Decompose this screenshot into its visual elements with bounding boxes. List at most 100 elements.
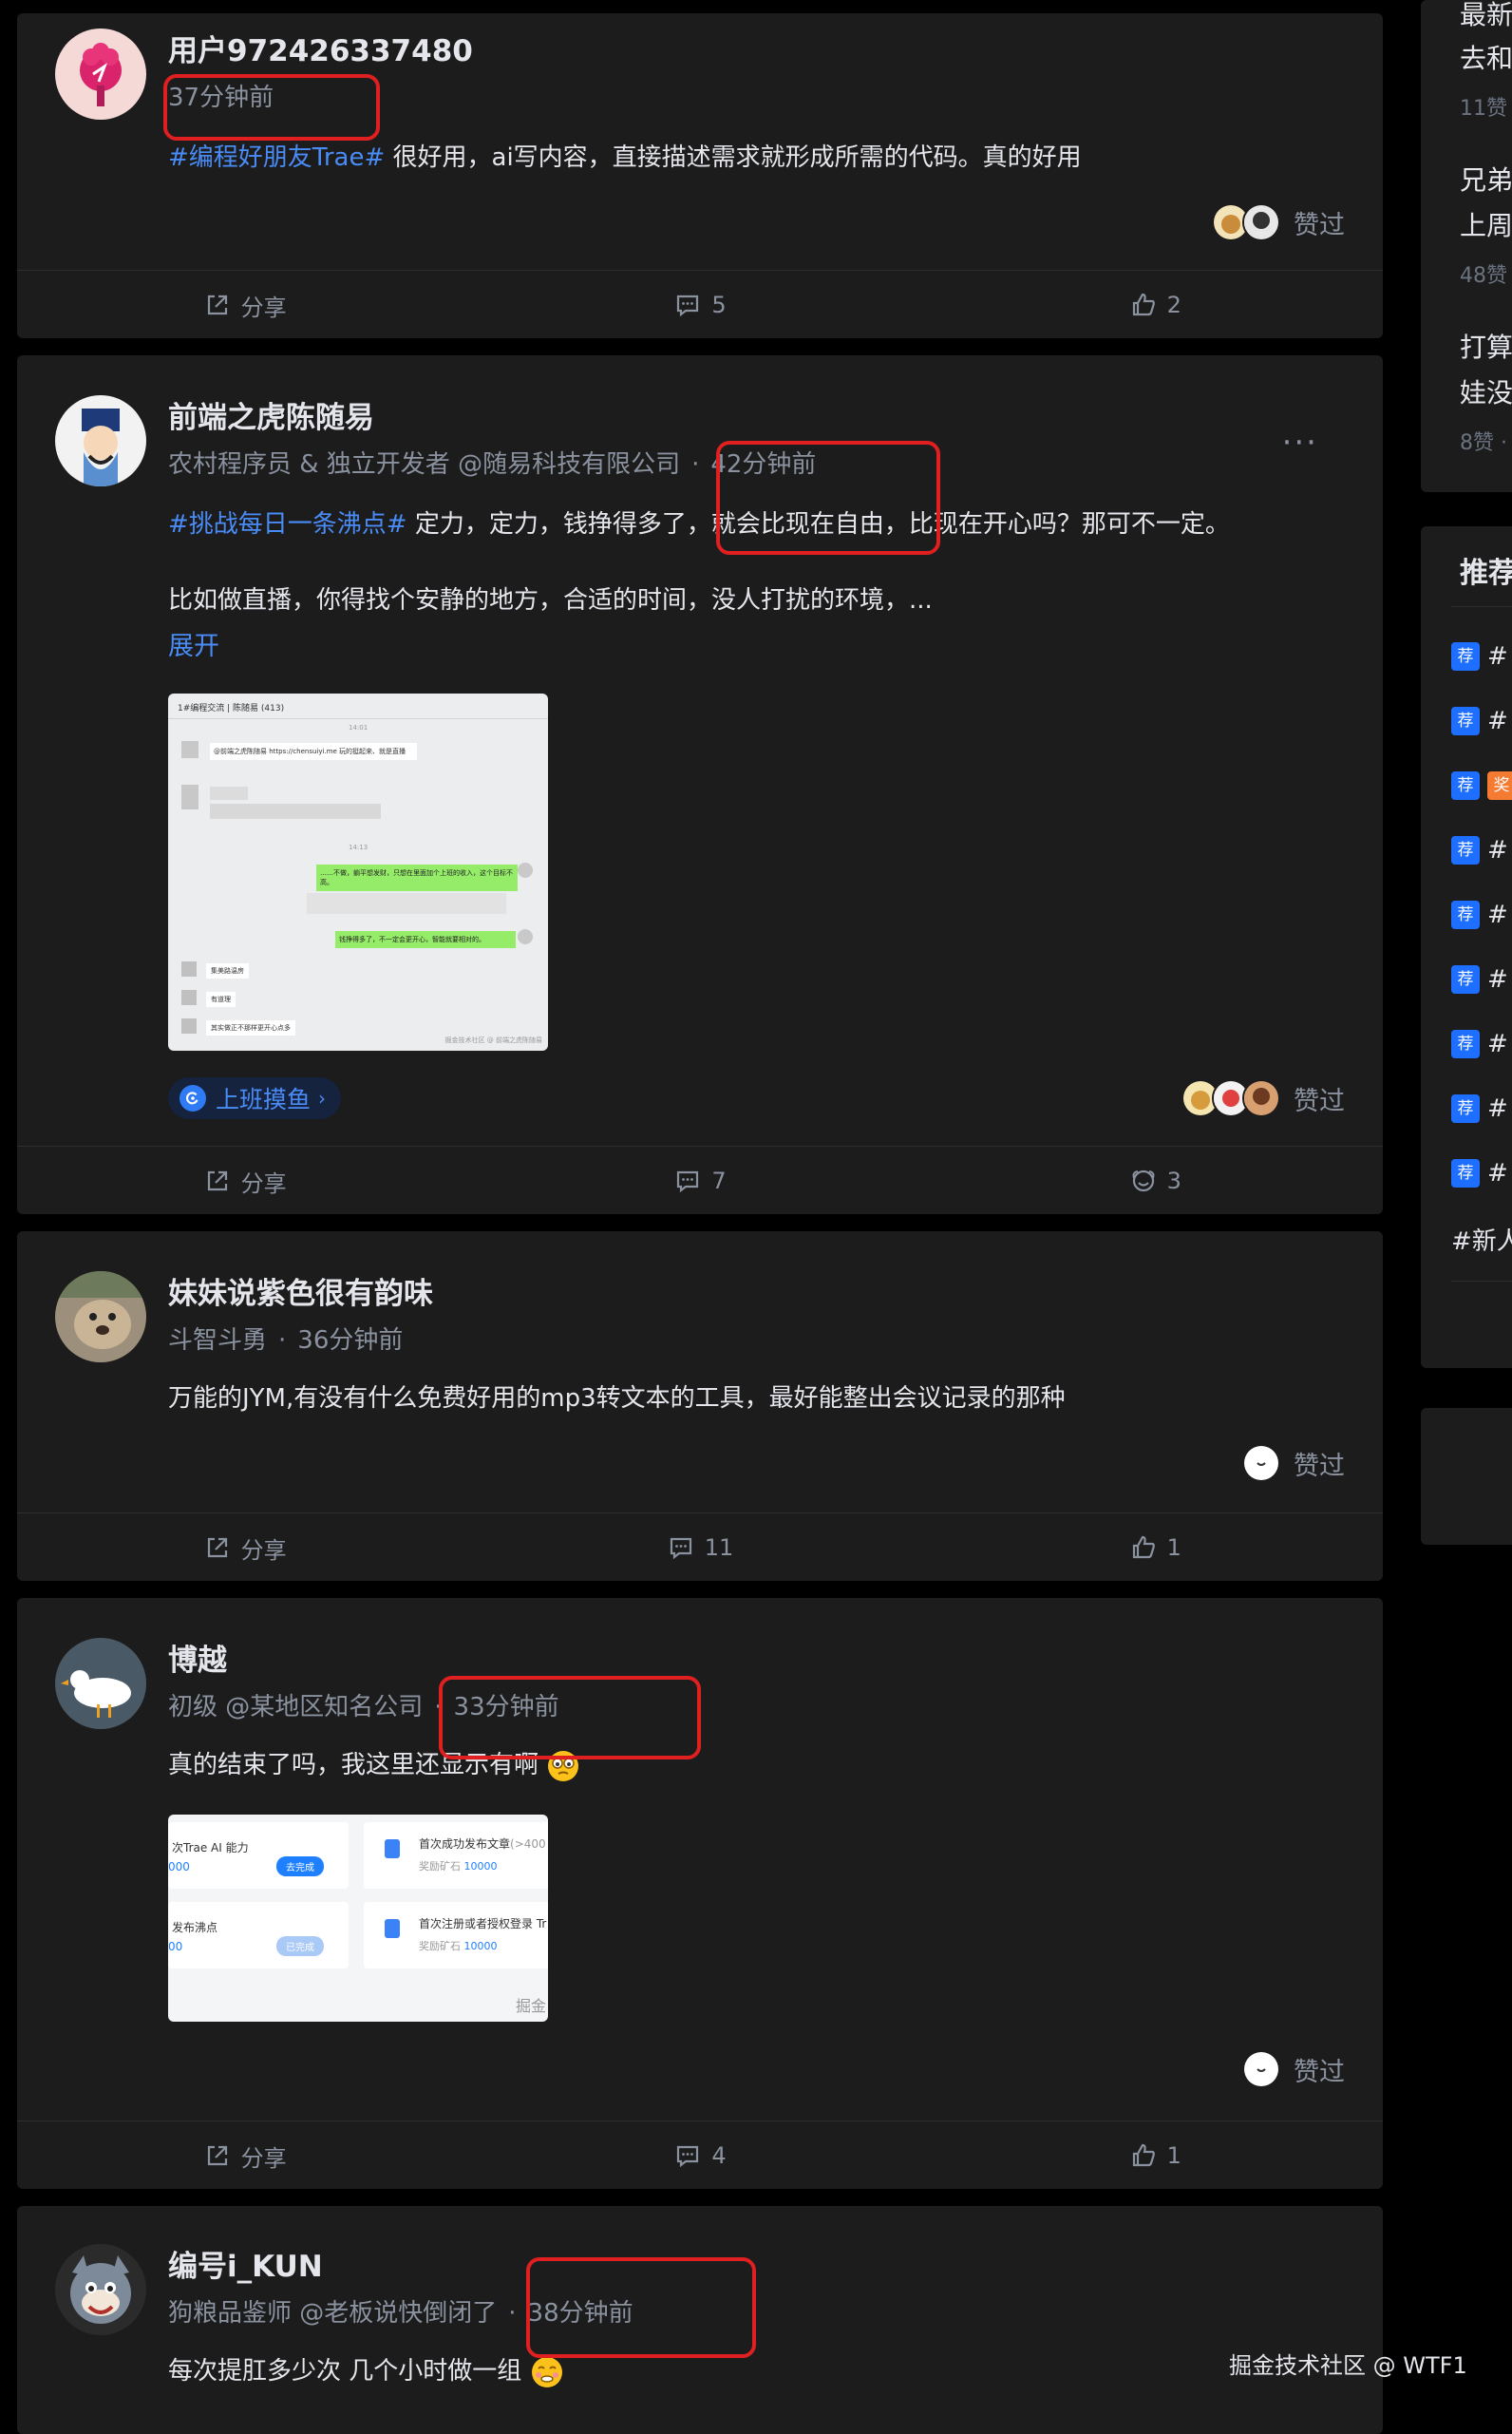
share-button[interactable]: 分享 [17, 1147, 472, 1215]
sidebar-bottom-card [1421, 1408, 1512, 1545]
username[interactable]: 用户972426337480 [168, 32, 473, 70]
recommend-badge: 荐 [1451, 901, 1480, 929]
topic-tag[interactable]: #编程好朋友Trae# [168, 143, 385, 172]
sidebar-item-title[interactable]: 去和 [1460, 42, 1512, 76]
post-card: 前端之虎陈随易 ··· 农村程序员 & 独立开发者 @随易科技有限公司 · 42分钟… [17, 355, 1383, 1214]
share-label: 分享 [240, 1169, 287, 1197]
circle-icon [180, 1085, 206, 1112]
post-text: 万能的JYM,有没有什么免费好用的mp3转文本的工具，最好能整出会议记录的那种 [168, 1384, 1066, 1413]
task-title: 首次成功发布文章(>400 [419, 1837, 546, 1851]
emoji-icon [530, 2355, 564, 2389]
liked-by[interactable]: 赞过 [1212, 203, 1345, 241]
avatar[interactable] [55, 1271, 146, 1362]
more-options-button[interactable]: ··· [1282, 427, 1318, 459]
username[interactable]: 前端之虎陈随易 [168, 399, 374, 437]
reward-badge: 奖 [1487, 771, 1512, 800]
sidebar-item-stat: 11赞 [1460, 97, 1507, 121]
username[interactable]: 编号i_KUN [168, 2248, 323, 2286]
recommend-topic[interactable]: # [1487, 1094, 1508, 1123]
recommend-badge: 荐 [1451, 707, 1480, 735]
sidebar-item-title[interactable]: 兄弟 [1460, 163, 1512, 198]
chat-bubble: ……不做，躺平想发财，只想在里面加个上班的收入，这个目标不高。 [316, 865, 518, 891]
like-button[interactable]: 1 [928, 1513, 1383, 1582]
avatar[interactable] [55, 2244, 146, 2335]
username[interactable]: 妹妹说紫色很有韵味 [168, 1275, 433, 1313]
username[interactable]: 博越 [168, 1642, 227, 1680]
divider [1451, 1281, 1512, 1282]
share-button[interactable]: 分享 [17, 1513, 472, 1582]
share-button[interactable]: 分享 [17, 271, 472, 339]
thumbs-up-icon [1132, 293, 1155, 316]
comment-icon [677, 2145, 699, 2168]
reaction-count: 3 [1166, 1168, 1181, 1194]
recommend-topic[interactable]: # [1487, 901, 1508, 929]
like-button[interactable]: 1 [928, 2121, 1383, 2190]
post-time: 36分钟前 [297, 1326, 404, 1355]
task-title: 次Trae AI 能力 [172, 1841, 249, 1854]
comment-button[interactable]: 7 [472, 1147, 927, 1215]
liked-label: 赞过 [1294, 2057, 1345, 2087]
post-image[interactable]: 1#编程交流 | 陈随易 (413) 14:01 @前端之虎陈随易 https:… [168, 694, 548, 1051]
post-card: 妹妹说紫色很有韵味 斗智斗勇 · 36分钟前 万能的JYM,有没有什么免费好用的mp… [17, 1231, 1383, 1581]
task-title: 首次注册或者授权登录 Tr [419, 1917, 547, 1930]
image-watermark: 掘金技术社区 @ 前端之虎陈随易 [444, 1036, 542, 1044]
new-user-topic[interactable]: #新人 [1451, 1222, 1512, 1257]
divider [1451, 606, 1512, 607]
like-button[interactable]: 2 [928, 271, 1383, 339]
share-icon [207, 295, 227, 315]
comment-button[interactable]: 5 [472, 271, 927, 339]
recommend-topic[interactable]: # [1487, 965, 1508, 994]
liked-by[interactable]: 赞过 [1242, 1444, 1345, 1482]
circle-chip[interactable]: 上班摸鱼 › [168, 1077, 342, 1119]
recommend-topic[interactable]: # [1487, 707, 1508, 735]
recommend-topic[interactable]: # [1487, 836, 1508, 865]
chat-time: 14:01 [349, 724, 369, 732]
avatar[interactable] [55, 1638, 146, 1729]
share-label: 分享 [240, 294, 287, 321]
chat-bubble: @前端之虎陈随易 https://chensuiyi.me 玩的挺起来、就是直播 [210, 743, 417, 760]
recommend-badge: 荐 [1451, 836, 1480, 865]
recommend-badge: 荐 [1451, 1159, 1480, 1188]
chat-bubble: 有道理 [206, 992, 236, 1007]
liked-by[interactable]: 赞过 [1181, 1079, 1345, 1117]
share-button[interactable]: 分享 [17, 2121, 472, 2190]
post-image[interactable]: 次Trae AI 能力 000 去完成 首次成功发布文章(>400 奖励矿石 1… [168, 1815, 548, 2022]
topic-tag[interactable]: #挑战每日一条沸点# [168, 510, 407, 539]
comment-icon [677, 1170, 699, 1193]
comment-button[interactable]: 11 [472, 1513, 927, 1582]
share-label: 分享 [240, 2144, 287, 2172]
comment-icon [677, 295, 699, 317]
watermark: 掘金技术社区 @ WTF1 [1229, 2352, 1467, 2379]
liked-label: 赞过 [1294, 1451, 1345, 1481]
comment-icon [670, 1537, 691, 1560]
reaction-button[interactable]: 3 [928, 1147, 1383, 1215]
share-label: 分享 [240, 1536, 287, 1564]
post-card: 用户972426337480 37分钟前 #编程好朋友Trae# 很好用，ai写… [17, 13, 1383, 338]
avatar[interactable] [55, 29, 146, 120]
completed-button: 已完成 [276, 1936, 324, 1956]
task-reward: 00 [168, 1940, 183, 1953]
sidebar-item-title[interactable]: 最新 [1460, 0, 1512, 32]
liked-by[interactable]: 赞过 [1242, 2050, 1345, 2088]
post-actions: 分享 11 1 [17, 1513, 1383, 1582]
expand-link[interactable]: 展开 [168, 631, 219, 663]
recommend-topic[interactable]: # [1487, 642, 1508, 671]
post-meta: 斗智斗勇 · 36分钟前 [168, 1326, 404, 1355]
sidebar-item-title[interactable]: 上周 [1460, 209, 1512, 243]
recommend-topic[interactable]: # [1487, 1030, 1508, 1058]
sidebar-item-title[interactable]: 娃没 [1460, 376, 1512, 410]
comment-count: 11 [704, 1534, 734, 1561]
comment-button[interactable]: 4 [472, 2121, 927, 2190]
recommend-badge: 荐 [1451, 1094, 1480, 1123]
post-text-continued: 比如做直播，你得找个安静的地方，合适的时间，没人打扰的环境，... [168, 586, 933, 615]
post-text: 很好用，ai写内容，直接描述需求就形成所需的代码。真的好用 [385, 143, 1082, 172]
sidebar-item-title[interactable]: 打算 [1460, 331, 1512, 365]
recommend-topic[interactable]: # [1487, 1159, 1508, 1188]
share-icon [207, 1537, 227, 1558]
sidebar-item-stat: 8赞 · [1460, 431, 1507, 455]
user-title: 初级 @某地区知名公司 [168, 1693, 424, 1721]
avatar[interactable] [55, 395, 146, 486]
post-actions: 分享 7 3 [17, 1147, 1383, 1215]
task-title: 发布沸点 [172, 1921, 218, 1934]
image-watermark: 掘金 [516, 1997, 547, 2015]
